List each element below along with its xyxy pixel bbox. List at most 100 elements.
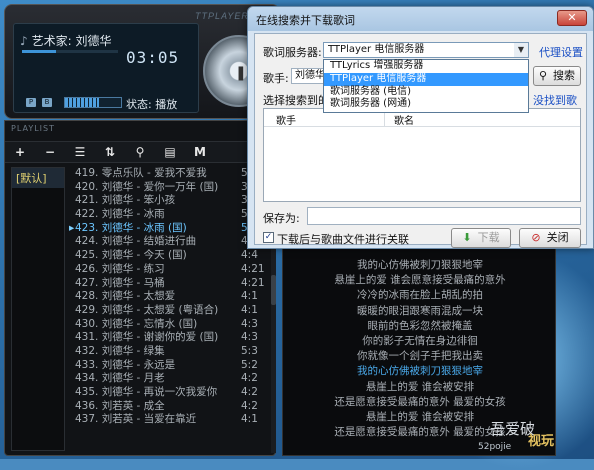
song-row[interactable]: 429. 刘德华 - 太想爱 (粤语合) 4:1 <box>69 304 269 318</box>
watermark-logo: 视玩 <box>528 434 555 449</box>
playlist-tool-2-icon[interactable]: ☰ <box>65 145 95 159</box>
song-duration: 5:2 <box>241 358 258 371</box>
lyric-line: 我的心仿佛被刺刀狠狠地宰 <box>357 365 483 378</box>
song-row[interactable]: 420. 刘德华 - 爱你一万年 (国)3:5 <box>69 181 269 195</box>
dialog-titlebar[interactable]: 在线搜索并下载歌词 ✕ <box>248 7 593 31</box>
search-results-label: 选择搜索到的 <box>263 94 329 107</box>
song-name: 425. 刘德华 - 今天 (国) <box>75 249 187 262</box>
volume-fill <box>65 98 99 107</box>
playlist-groups: [默认] <box>11 167 65 451</box>
song-name: 431. 刘德华 - 谢谢你的爱 (国) <box>75 331 219 344</box>
scrollbar-thumb[interactable] <box>271 275 276 305</box>
song-row[interactable]: 422. 刘德华 - 冰雨5:0 <box>69 208 269 222</box>
playlist-tool-0-icon[interactable]: + <box>5 145 35 159</box>
song-row[interactable]: 419. 零点乐队 - 爱我不爱我5:0 <box>69 167 269 181</box>
playlist-tool-1-icon[interactable]: − <box>35 145 65 159</box>
dialog-title: 在线搜索并下载歌词 <box>256 14 355 27</box>
song-name: 437. 刘若英 - 当爱在靠近 <box>75 413 197 426</box>
playlist-toggle-icon[interactable]: P <box>26 98 36 107</box>
associate-label: 下载后与歌曲文件进行关联 <box>277 233 409 246</box>
server-dropdown-list: TTLyrics 增强服务器 TTPlayer 电信服务器 歌词服务器 (电信) 歌词… <box>323 59 529 113</box>
group-default[interactable]: [默认] <box>12 168 64 188</box>
lyrics-search-dialog: 在线搜索并下载歌词 ✕ 歌词服务器: TTPlayer 电信服务器 ▼ 代理设置… <box>247 6 594 249</box>
song-duration: 4:2 <box>241 399 258 412</box>
search-button[interactable]: ⚲ 搜索 <box>533 66 581 86</box>
col-artist[interactable]: 歌手 <box>276 112 296 127</box>
song-row[interactable]: 433. 刘德华 - 永远是 5:2 <box>69 359 269 373</box>
song-name: 421. 刘德华 - 笨小孩 <box>75 194 176 207</box>
close-icon[interactable]: ✕ <box>557 10 587 26</box>
song-row[interactable]: 432. 刘德华 - 绿集 5:3 <box>69 345 269 359</box>
artist-label: 歌手: <box>263 72 289 85</box>
download-button-label: 下载 <box>477 231 500 244</box>
song-row[interactable]: 425. 刘德华 - 今天 (国) 4:4 <box>69 249 269 263</box>
song-name: 429. 刘德华 - 太想爱 (粤语合) <box>75 303 219 316</box>
no-entry-icon: ⊘ <box>531 231 541 244</box>
song-row[interactable]: 421. 刘德华 - 笨小孩3:2 <box>69 194 269 208</box>
server-option[interactable]: 歌词服务器 (电信) <box>324 86 528 99</box>
player-display: ♪ 艺术家: 刘德华 03:05 P B 状态: 播放 <box>13 23 199 113</box>
close-button-label: 关闭 <box>546 231 569 244</box>
playlist-tool-3-icon[interactable]: ⇅ <box>95 145 125 159</box>
watermark-url: 52pojie <box>478 442 512 452</box>
lyric-line: 你就像一个刽子手把我出卖 <box>357 350 483 363</box>
player-window: TTPLAYER ♪艺术家: 刘德华 03:05 P B 状态: 播放 ❚❚ <box>4 4 280 119</box>
song-name: 432. 刘德华 - 绿集 <box>75 344 165 357</box>
chevron-down-icon[interactable]: ▼ <box>514 43 528 57</box>
playlist-tool-5-icon[interactable]: ▤ <box>155 145 185 159</box>
song-name: 433. 刘德华 - 永远是 <box>75 358 176 371</box>
song-row[interactable]: ▸423. 刘德华 - 冰雨 (国)5:0 <box>69 222 269 236</box>
server-selected-value: TTPlayer 电信服务器 <box>328 44 425 55</box>
close-button[interactable]: ⊘ 关闭 <box>519 228 581 248</box>
server-option[interactable]: TTPlayer 电信服务器 <box>324 72 528 86</box>
proxy-settings-link[interactable]: 代理设置 <box>539 44 583 60</box>
song-row[interactable]: 430. 刘德华 - 忘情水 (国) 4:3 <box>69 318 269 332</box>
lyric-line: 还是愿意接受最痛的意外 最爱的女孩 <box>334 395 506 408</box>
song-row[interactable]: 437. 刘若英 - 当爱在靠近 4:1 <box>69 413 269 427</box>
playlist-tool-6-icon[interactable]: M <box>185 145 215 159</box>
song-name: 427. 刘德华 - 马桶 <box>75 276 165 289</box>
volume-slider[interactable] <box>64 97 122 108</box>
song-row[interactable]: 426. 刘德华 - 练习 4:21 <box>69 263 269 277</box>
search-results-table[interactable]: 歌手 歌名 <box>263 108 581 202</box>
associate-checkbox[interactable]: ✓ <box>263 232 274 243</box>
song-list: 419. 零点乐队 - 爱我不爱我5:0420. 刘德华 - 爱你一万年 (国)… <box>69 167 269 455</box>
song-name: 435. 刘德华 - 再说一次我爱你 <box>75 386 218 398</box>
song-row[interactable]: 435. 刘德华 - 再说一次我爱你 4:2 <box>69 386 269 400</box>
song-row[interactable]: 434. 刘德华 - 月老 4:2 <box>69 372 269 386</box>
song-row[interactable]: 424. 刘德华 - 结婚进行曲4:4 <box>69 235 269 249</box>
song-row[interactable]: 428. 刘德华 - 太想爱 4:1 <box>69 290 269 304</box>
col-title[interactable]: 歌名 <box>394 112 414 127</box>
song-duration: 4:1 <box>241 303 258 316</box>
lyric-line: 眼前的色彩忽然被掩盖 <box>367 319 473 332</box>
search-button-label: 搜索 <box>553 69 576 82</box>
lyric-line: 悬崖上的爱 谁会被安排 <box>365 380 475 393</box>
lyric-line: 我的心仿佛被刺刀狠狠地宰 <box>357 259 483 271</box>
search-icon: ⚲ <box>538 69 548 82</box>
server-option[interactable]: 歌词服务器 (网通) <box>324 98 528 111</box>
download-button[interactable]: ⬇ 下载 <box>451 228 511 248</box>
playlist-tool-4-icon[interactable]: ⚲ <box>125 145 155 159</box>
seek-fill <box>22 50 56 53</box>
song-duration: 4:3 <box>241 331 258 344</box>
lyric-line: 你的影子无情在身边徘徊 <box>362 335 478 347</box>
saveas-input[interactable] <box>307 207 581 225</box>
song-row[interactable]: 436. 刘若英 - 成全 4:2 <box>69 400 269 414</box>
song-row[interactable]: 431. 刘德华 - 谢谢你的爱 (国) 4:3 <box>69 331 269 345</box>
song-duration: 4:1 <box>241 413 258 426</box>
song-duration: 4:1 <box>241 290 258 303</box>
time-display: 03:05 <box>126 48 180 67</box>
server-select[interactable]: TTPlayer 电信服务器 ▼ <box>323 42 529 58</box>
song-duration: 4:21 <box>241 262 265 275</box>
song-name: 422. 刘德华 - 冰雨 <box>75 208 165 221</box>
song-duration: 4:21 <box>241 276 265 289</box>
download-arrow-icon: ⬇ <box>462 231 472 244</box>
song-row[interactable]: 427. 刘德华 - 马桶 4:21 <box>69 277 269 291</box>
song-duration: 4:3 <box>241 317 258 330</box>
seek-bar[interactable] <box>22 50 118 53</box>
playlist-panel: PLAYLIST +−☰⇅⚲▤M [默认] 419. 零点乐队 - 爱我不爱我5… <box>4 120 277 456</box>
song-name: 434. 刘德华 - 月老 <box>75 372 165 385</box>
server-label: 歌词服务器: <box>263 46 322 59</box>
server-option[interactable]: TTLyrics 增强服务器 <box>324 60 528 73</box>
browser-toggle-icon[interactable]: B <box>42 98 52 107</box>
